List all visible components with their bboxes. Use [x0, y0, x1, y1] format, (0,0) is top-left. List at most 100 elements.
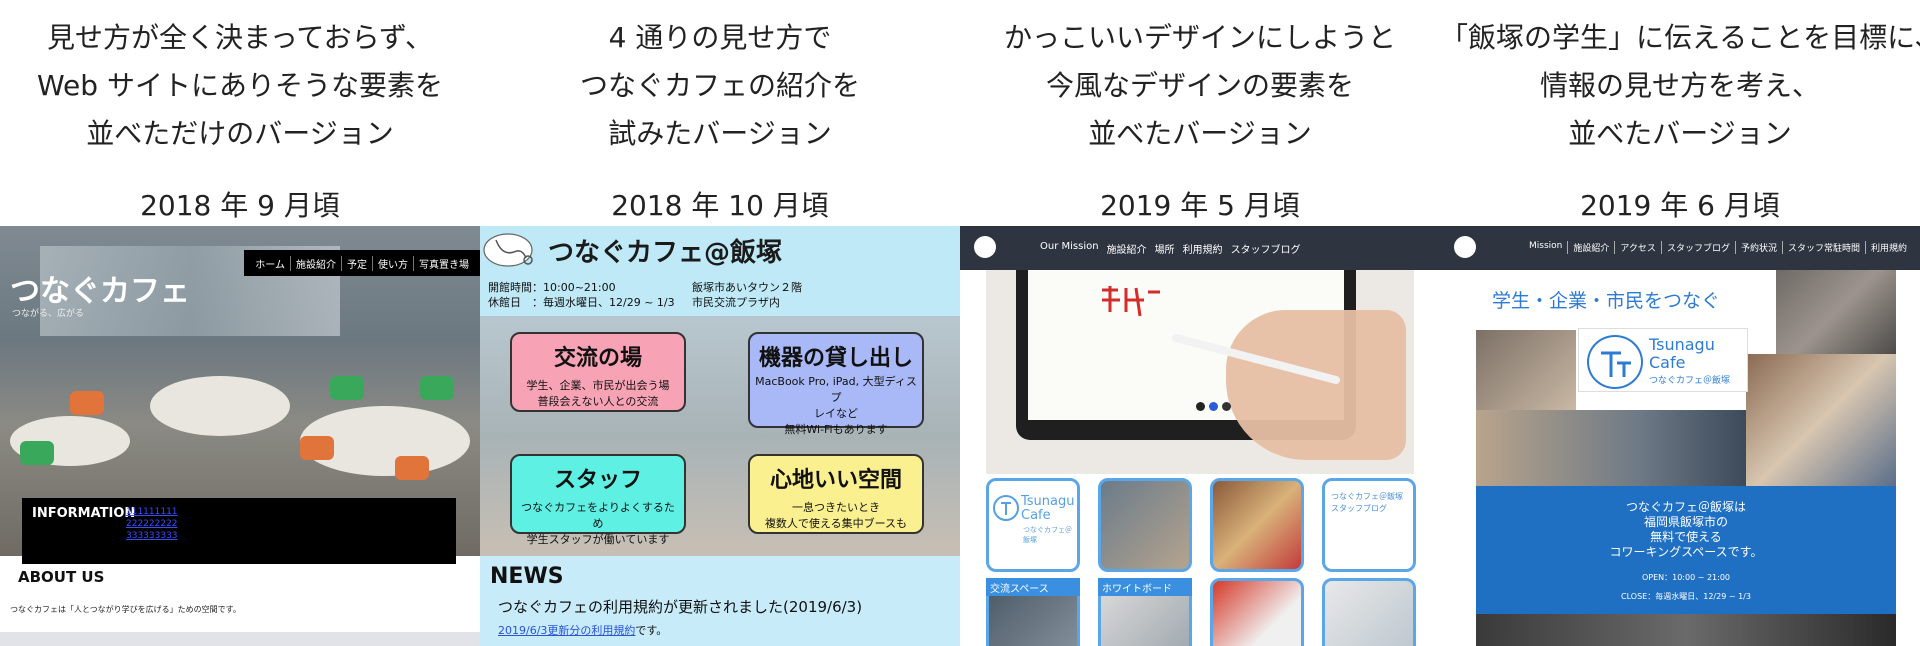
- screenshot-v2: つなぐカフェ@飯塚 開館時間：10:00~21:00 休館日 ：毎週水曜日、12…: [480, 226, 960, 646]
- cafe-logo: Tsunagu Cafe つなぐカフェ＠飯塚: [1578, 328, 1748, 392]
- column-2019-06: 「飯塚の学生」に伝えることを目標に、 情報の見せ方を考え、 並べたバージョン 2…: [1440, 0, 1920, 646]
- hero-image: [986, 270, 1414, 474]
- logo-word: Cafe: [1649, 353, 1686, 372]
- nav-item-schedule[interactable]: 予定: [342, 255, 373, 271]
- closed-days: CLOSE：毎週水曜日、12/29 ~ 1/3: [1621, 592, 1751, 601]
- info-link[interactable]: 222222222: [126, 518, 178, 530]
- nav-item-photos[interactable]: 写真置き場: [414, 256, 474, 271]
- card-line: 一息つきたいとき: [792, 501, 880, 514]
- card-line: 無料Wi-Fiもあります: [784, 423, 888, 436]
- nav-menu: Our Mission 施設紹介 場所 利用規約 スタッフブログ: [1040, 241, 1301, 256]
- caption: 4 通りの見せ方で つなぐカフェの紹介を 試みたバージョン: [480, 14, 960, 158]
- caption: かっこいいデザインにしようと 今風なデザインの要素を 並べたバージョン: [960, 14, 1440, 158]
- card-line: つなぐカフェをよりよくするため: [521, 501, 675, 530]
- tile-photo[interactable]: [1322, 578, 1416, 646]
- nav-menu: Mission 施設紹介 アクセス スタッフブログ 予約状況 スタッフ常駐時間 …: [1524, 241, 1912, 254]
- nav-item-terms[interactable]: 利用規約: [1866, 241, 1912, 254]
- tile-photo[interactable]: [1210, 578, 1304, 646]
- color-palette: [1196, 402, 1231, 411]
- photo: [1746, 354, 1896, 486]
- card-line: 普段会えない人との交流: [537, 395, 659, 408]
- card-text: MacBook Pro, iPad, 大型ディスプ レイなど 無料Wi-Fiもあ…: [750, 374, 922, 438]
- chair: [300, 436, 334, 460]
- nav-item-usage[interactable]: 使い方: [373, 255, 414, 271]
- version-date: 2019 年 6 月頃: [1580, 189, 1780, 222]
- terms-link[interactable]: 2019/6/3更新分の利用規約: [498, 624, 635, 637]
- top-nav: Our Mission 施設紹介 場所 利用規約 スタッフブログ: [960, 226, 1440, 270]
- site-subtitle: つながる、広がる: [12, 309, 85, 319]
- screenshot-v3: Our Mission 施設紹介 場所 利用規約 スタッフブログ Tsunagu…: [960, 226, 1440, 646]
- photo: [1476, 330, 1576, 410]
- intro-panel: つなぐカフェ＠飯塚は 福岡県飯塚市の 無料で使える コワーキングスペースです。 …: [1476, 486, 1896, 614]
- header: つなぐカフェ@飯塚 開館時間：10:00~21:00 休館日 ：毎週水曜日、12…: [480, 226, 960, 316]
- tile-label: ホワイトボード: [1098, 578, 1192, 596]
- tile-blog[interactable]: つなぐカフェ＠飯塚 スタッフブログ: [1322, 478, 1416, 572]
- card-line: 学生スタッフが働いています: [526, 533, 670, 546]
- blog-title: つなぐカフェ＠飯塚 スタッフブログ: [1331, 492, 1403, 513]
- intro-message: つなぐカフェ＠飯塚は 福岡県飯塚市の 無料で使える コワーキングスペースです。: [1476, 500, 1896, 560]
- caption-line: 今風なデザインの要素を: [1045, 69, 1354, 102]
- card-exchange[interactable]: 交流の場 学生、企業、市民が出会う場 普段会えない人との交流: [510, 332, 686, 412]
- cafe-logo-icon: [1587, 335, 1643, 389]
- handwriting-icon: [1102, 286, 1160, 317]
- cafe-logo-icon: [483, 233, 533, 267]
- tile-photo[interactable]: [1098, 478, 1192, 572]
- address-line: 飯塚市あいタウン２階: [692, 281, 802, 294]
- about-text: つなぐカフェは「人とつながり学びを広げる」ための空間です。: [10, 605, 241, 614]
- card-staff[interactable]: スタッフ つなぐカフェをよりよくするため 学生スタッフが働いています: [510, 454, 686, 546]
- nav-item-reservation[interactable]: 予約状況: [1736, 241, 1783, 254]
- logo-word: Tsunagu: [1649, 335, 1715, 354]
- nav-item-blog[interactable]: スタッフブログ: [1662, 241, 1736, 254]
- caption: 見せ方が全く決まっておらず、 Web サイトにありそうな要素を 並べただけのバー…: [0, 14, 480, 158]
- caption-line: 4 通りの見せ方で: [608, 21, 832, 54]
- pencil-icon: [1172, 334, 1340, 384]
- card-title: スタッフ: [553, 468, 642, 493]
- site-title: つなぐカフェ: [10, 274, 190, 309]
- information-box: INFORMATION 111111111 222222222 33333333…: [22, 498, 456, 564]
- column-2018-10: 4 通りの見せ方で つなぐカフェの紹介を 試みたバージョン 2018 年 10 …: [480, 0, 960, 646]
- logo-icon[interactable]: [974, 236, 996, 258]
- logo-icon[interactable]: [1454, 236, 1476, 258]
- nav-item-home[interactable]: ホーム: [250, 255, 291, 271]
- table: [150, 376, 290, 436]
- news-title[interactable]: つなぐカフェの利用規約が更新されました(2019/6/3): [498, 596, 862, 617]
- bottom-photo: [1476, 614, 1896, 646]
- top-nav: ホーム 施設紹介 予定 使い方 写真置き場: [244, 250, 480, 276]
- caption-line: 並べたバージョン: [1088, 117, 1312, 150]
- nav-item-mission[interactable]: Our Mission: [1040, 241, 1099, 256]
- nav-item-access[interactable]: アクセス: [1615, 241, 1662, 254]
- tile-label: 交流スペース: [986, 578, 1080, 596]
- caption: 「飯塚の学生」に伝えることを目標に、 情報の見せ方を考え、 並べたバージョン: [1440, 14, 1920, 158]
- chair: [420, 376, 454, 400]
- footer-bar: [0, 632, 480, 646]
- photo: [1476, 410, 1746, 486]
- nav-item-facility[interactable]: 施設紹介: [1568, 241, 1616, 254]
- nav-item-facility[interactable]: 施設紹介: [291, 255, 342, 271]
- news-body: 2019/6/3更新分の利用規約です。: [498, 622, 667, 638]
- nav-item-mission[interactable]: Mission: [1524, 241, 1569, 254]
- logo-subtitle: つなぐカフェ＠飯塚: [1023, 526, 1072, 544]
- logo-subtitle: つなぐカフェ＠飯塚: [1649, 376, 1731, 386]
- cafe-logo-icon: [993, 495, 1019, 521]
- info-link[interactable]: 111111111: [126, 506, 178, 518]
- tile-logo[interactable]: Tsunagu Cafe つなぐカフェ＠飯塚: [986, 478, 1080, 572]
- card-space[interactable]: 心地いい空間 一息つきたいとき 複数人で使える集中ブースも: [748, 454, 924, 534]
- nav-item-terms[interactable]: 利用規約: [1183, 241, 1223, 256]
- nav-item-facility[interactable]: 施設紹介: [1107, 241, 1147, 256]
- news-suffix: です。: [635, 624, 668, 637]
- logo-word: Tsunagu: [1021, 494, 1075, 509]
- version-date: 2018 年 10 月頃: [611, 189, 829, 222]
- version-date: 2019 年 5 月頃: [1100, 189, 1300, 222]
- info-link[interactable]: 333333333: [126, 530, 178, 542]
- card-line: レイなど: [814, 407, 858, 420]
- nav-item-staff-hours[interactable]: スタッフ常駐時間: [1783, 241, 1866, 254]
- nav-item-blog[interactable]: スタッフブログ: [1231, 241, 1301, 256]
- column-2019-05: かっこいいデザインにしようと 今風なデザインの要素を 並べたバージョン 2019…: [960, 0, 1440, 646]
- about-heading: ABOUT US: [18, 568, 105, 586]
- intro-line: 無料で使える: [1650, 530, 1722, 544]
- intro-line: コワーキングスペースです。: [1609, 545, 1763, 559]
- card-equipment[interactable]: 機器の貸し出し MacBook Pro, iPad, 大型ディスプ レイなど 無…: [748, 332, 924, 436]
- tile-logo-text: Tsunagu Cafe: [1021, 495, 1075, 523]
- nav-item-location[interactable]: 場所: [1155, 241, 1175, 256]
- tile-photo[interactable]: [1210, 478, 1304, 572]
